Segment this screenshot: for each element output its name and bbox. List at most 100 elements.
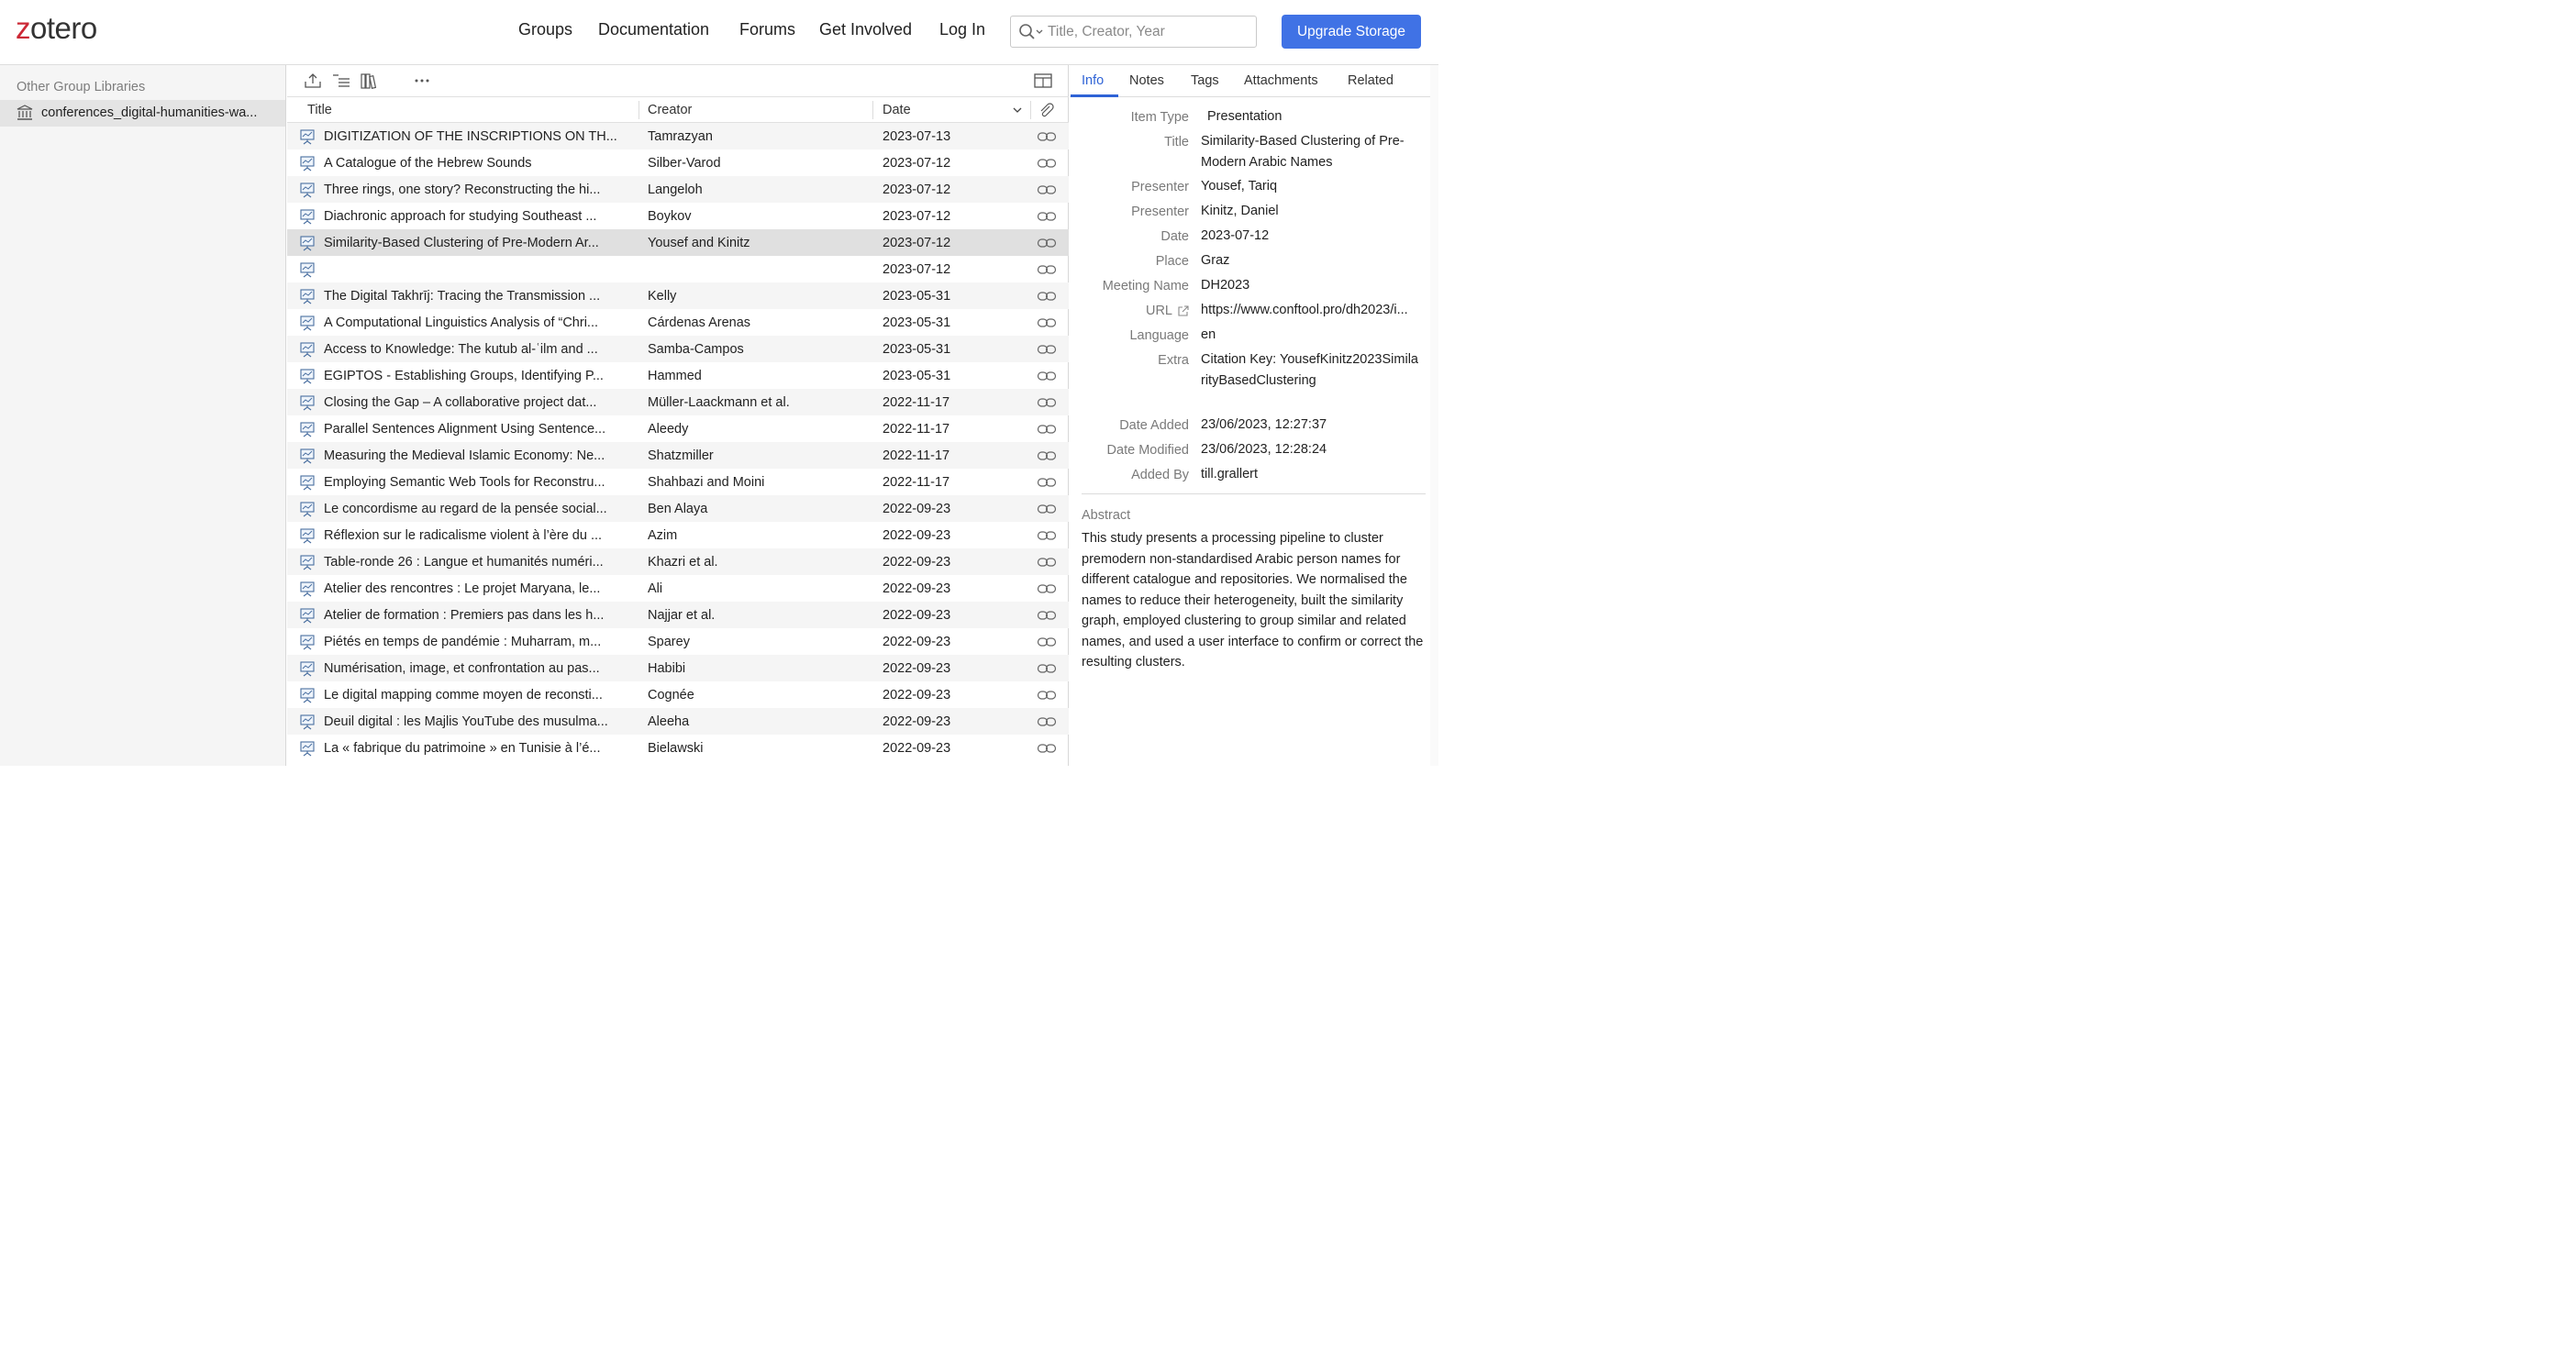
url-field[interactable]: https://www.conftool.pro/dh2023/i...	[1201, 300, 1430, 321]
table-row[interactable]: Measuring the Medieval Islamic Economy: …	[287, 442, 1069, 469]
row-creator: Shahbazi and Moini	[648, 475, 765, 490]
sort-chevron-down-icon[interactable]	[1013, 106, 1022, 114]
search-icon[interactable]	[1018, 23, 1044, 41]
language-field[interactable]: en	[1201, 325, 1430, 346]
export-icon[interactable]	[303, 72, 323, 90]
extra-field[interactable]: Citation Key: YousefKinitz2023Similarity…	[1201, 349, 1421, 391]
column-creator[interactable]: Creator	[648, 103, 692, 117]
table-row[interactable]: DIGITIZATION OF THE INSCRIPTIONS ON TH..…	[287, 123, 1069, 149]
tab-related[interactable]: Related	[1348, 73, 1393, 88]
nav-documentation[interactable]: Documentation	[598, 20, 709, 39]
presentation-icon	[300, 342, 315, 358]
link-attachment-icon[interactable]	[1037, 503, 1057, 515]
table-row[interactable]: Access to Knowledge: The kutub al-ʿilm a…	[287, 336, 1069, 362]
external-link-icon[interactable]	[1177, 305, 1189, 317]
table-row[interactable]: Le digital mapping comme moyen de recons…	[287, 681, 1069, 708]
row-title: A Catalogue of the Hebrew Sounds	[324, 156, 532, 171]
row-date: 2023-05-31	[883, 315, 951, 330]
link-attachment-icon[interactable]	[1037, 157, 1057, 170]
title-field[interactable]: Similarity-Based Clustering of Pre-Moder…	[1201, 131, 1430, 172]
link-attachment-icon[interactable]	[1037, 556, 1057, 569]
row-date: 2023-07-13	[883, 129, 951, 144]
link-attachment-icon[interactable]	[1037, 582, 1057, 595]
link-attachment-icon[interactable]	[1037, 237, 1057, 249]
table-row[interactable]: Atelier des rencontres : Le projet Marya…	[287, 575, 1069, 602]
date-field[interactable]: 2023-07-12	[1201, 226, 1430, 247]
tab-info[interactable]: Info	[1082, 73, 1104, 88]
nav-groups[interactable]: Groups	[518, 20, 572, 39]
row-creator: Ali	[648, 581, 663, 596]
nav-log-in[interactable]: Log In	[939, 20, 985, 39]
details-scrollbar[interactable]	[1430, 65, 1438, 766]
row-date: 2022-11-17	[883, 448, 950, 463]
table-row[interactable]: Parallel Sentences Alignment Using Sente…	[287, 415, 1069, 442]
search-input[interactable]	[1048, 22, 1249, 42]
nav-get-involved[interactable]: Get Involved	[819, 20, 912, 39]
column-separator[interactable]	[1030, 101, 1031, 119]
table-row[interactable]: La « fabrique du patrimoine » en Tunisie…	[287, 735, 1069, 761]
table-row[interactable]: Table-ronde 26 : Langue et humanités num…	[287, 548, 1069, 575]
link-attachment-icon[interactable]	[1037, 263, 1057, 276]
toggle-pane-icon[interactable]	[1033, 72, 1053, 90]
attachment-column-icon[interactable]	[1038, 103, 1055, 118]
column-date[interactable]: Date	[883, 103, 911, 117]
table-row[interactable]: 2023-07-12	[287, 256, 1069, 282]
upgrade-storage-button[interactable]: Upgrade Storage	[1282, 15, 1421, 49]
tab-tags[interactable]: Tags	[1191, 73, 1219, 88]
table-row[interactable]: Closing the Gap – A collaborative projec…	[287, 389, 1069, 415]
link-attachment-icon[interactable]	[1037, 609, 1057, 622]
link-attachment-icon[interactable]	[1037, 370, 1057, 382]
link-attachment-icon[interactable]	[1037, 742, 1057, 755]
table-row[interactable]: The Digital Takhrīj: Tracing the Transmi…	[287, 282, 1069, 309]
table-row[interactable]: Atelier de formation : Premiers pas dans…	[287, 602, 1069, 628]
link-attachment-icon[interactable]	[1037, 476, 1057, 489]
link-attachment-icon[interactable]	[1037, 343, 1057, 356]
row-creator: Cognée	[648, 688, 694, 703]
presenter-field[interactable]: Kinitz, Daniel	[1201, 201, 1430, 222]
bibliography-icon[interactable]	[360, 72, 380, 90]
nav-forums[interactable]: Forums	[739, 20, 795, 39]
column-separator[interactable]	[638, 101, 639, 119]
table-row[interactable]: EGIPTOS - Establishing Groups, Identifyi…	[287, 362, 1069, 389]
table-row[interactable]: Numérisation, image, et confrontation au…	[287, 655, 1069, 681]
table-row[interactable]: Diachronic approach for studying Southea…	[287, 203, 1069, 229]
link-attachment-icon[interactable]	[1037, 449, 1057, 462]
table-row[interactable]: Deuil digital : les Majlis YouTube des m…	[287, 708, 1069, 735]
item-type-select[interactable]: Presentation	[1207, 106, 1437, 127]
table-row[interactable]: Employing Semantic Web Tools for Reconst…	[287, 469, 1069, 495]
link-attachment-icon[interactable]	[1037, 715, 1057, 728]
link-attachment-icon[interactable]	[1037, 662, 1057, 675]
abstract-text[interactable]: This study presents a processing pipelin…	[1082, 528, 1428, 673]
field-label: Added By	[1131, 468, 1189, 482]
link-attachment-icon[interactable]	[1037, 183, 1057, 196]
link-attachment-icon[interactable]	[1037, 130, 1057, 143]
place-field[interactable]: Graz	[1201, 250, 1430, 271]
table-row[interactable]: Réflexion sur le radicalisme violent à l…	[287, 522, 1069, 548]
column-header: Title Creator Date	[287, 97, 1069, 123]
table-row[interactable]: Piétés en temps de pandémie : Muharram, …	[287, 628, 1069, 655]
tab-attachments[interactable]: Attachments	[1244, 73, 1318, 88]
sidebar-item-group-library[interactable]: conferences_digital-humanities-wa...	[0, 100, 285, 127]
link-attachment-icon[interactable]	[1037, 689, 1057, 702]
more-options-icon[interactable]	[412, 72, 432, 90]
link-attachment-icon[interactable]	[1037, 316, 1057, 329]
link-attachment-icon[interactable]	[1037, 423, 1057, 436]
link-attachment-icon[interactable]	[1037, 290, 1057, 303]
table-row[interactable]: Le concordisme au regard de la pensée so…	[287, 495, 1069, 522]
citation-list-icon[interactable]	[331, 72, 351, 90]
table-row[interactable]: A Computational Linguistics Analysis of …	[287, 309, 1069, 336]
table-row[interactable]: Similarity-Based Clustering of Pre-Moder…	[287, 229, 1069, 256]
search-box[interactable]	[1010, 16, 1257, 48]
tab-notes[interactable]: Notes	[1129, 73, 1164, 88]
link-attachment-icon[interactable]	[1037, 636, 1057, 648]
table-row[interactable]: Three rings, one story? Reconstructing t…	[287, 176, 1069, 203]
zotero-logo[interactable]: zotero	[16, 11, 97, 46]
link-attachment-icon[interactable]	[1037, 396, 1057, 409]
link-attachment-icon[interactable]	[1037, 210, 1057, 223]
link-attachment-icon[interactable]	[1037, 529, 1057, 542]
column-separator[interactable]	[872, 101, 873, 119]
table-row[interactable]: A Catalogue of the Hebrew Sounds Silber-V…	[287, 149, 1069, 176]
column-title[interactable]: Title	[307, 103, 332, 117]
meeting-name-field[interactable]: DH2023	[1201, 275, 1430, 296]
presenter-field[interactable]: Yousef, Tariq	[1201, 176, 1430, 197]
